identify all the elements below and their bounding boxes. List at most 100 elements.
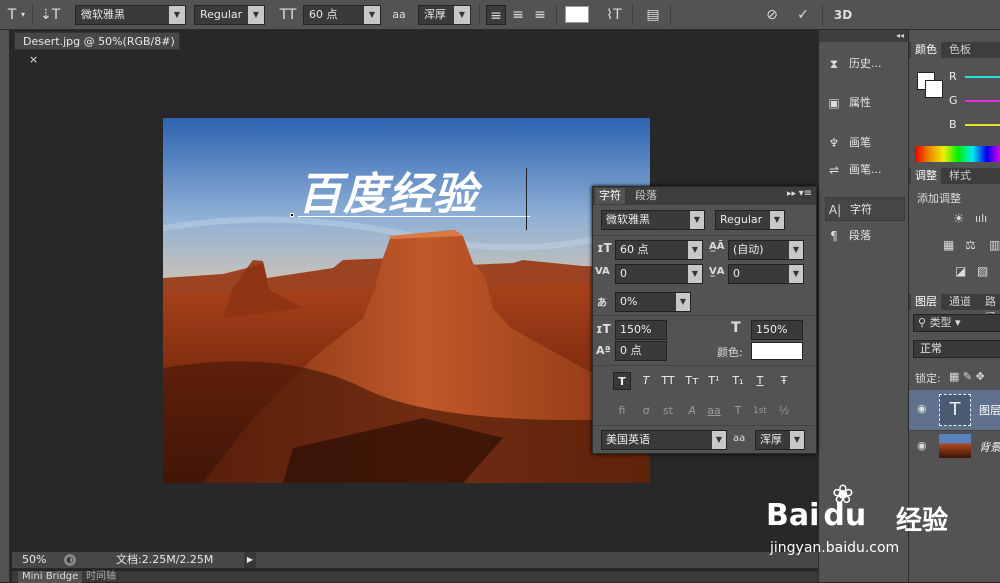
tab-color[interactable]: 颜色 bbox=[911, 42, 941, 58]
align-center-icon[interactable]: ≡ bbox=[508, 5, 528, 25]
status-icon[interactable]: ◐ bbox=[64, 554, 76, 566]
panels-toggle-icon[interactable]: ▤ bbox=[643, 5, 663, 25]
brightness-icon[interactable]: ☀ bbox=[953, 212, 965, 227]
dock-brush[interactable]: ♆ 画笔 bbox=[825, 131, 905, 155]
mixer-icon[interactable]: ▥ bbox=[989, 238, 1000, 252]
gradient-map-icon[interactable]: ▨ bbox=[977, 264, 988, 278]
kerning-icon: VA bbox=[595, 266, 610, 277]
3d-button[interactable]: 3D bbox=[830, 5, 856, 25]
dock-character[interactable]: A| 字符 bbox=[825, 197, 905, 221]
eye-icon[interactable]: ◉ bbox=[917, 402, 927, 415]
tab-character[interactable]: 字符 bbox=[595, 188, 625, 204]
color-spectrum[interactable] bbox=[915, 146, 1000, 162]
channel-r-slider[interactable] bbox=[965, 76, 1000, 78]
balance-icon[interactable]: ⚖ bbox=[965, 238, 976, 252]
color-balance-icon[interactable]: ▦ bbox=[943, 238, 954, 252]
brush-icon: ♆ bbox=[828, 136, 840, 150]
char-color-swatch[interactable] bbox=[751, 342, 803, 360]
divider bbox=[32, 5, 33, 25]
align-left-icon[interactable]: ≡ bbox=[486, 5, 506, 25]
faux-bold-button[interactable]: T bbox=[613, 372, 631, 390]
add-adjustment-title: 添加调整 bbox=[917, 192, 961, 205]
ligature-button[interactable]: fi bbox=[613, 402, 631, 420]
antialias-select[interactable]: 浑厚 ▼ bbox=[418, 5, 471, 25]
char-antialias[interactable]: 浑厚 ▼ bbox=[755, 430, 805, 450]
char-font-style[interactable]: Regular ▼ bbox=[715, 210, 785, 230]
swash-button[interactable]: A bbox=[683, 402, 701, 420]
font-family-select[interactable]: 微软雅黑 ▼ bbox=[75, 5, 186, 25]
blend-mode-select[interactable]: 正常 bbox=[913, 340, 1000, 358]
strikethrough-button[interactable]: Ŧ bbox=[775, 372, 793, 390]
invert-icon[interactable]: ◪ bbox=[955, 264, 966, 278]
collapse-panel-icon[interactable]: ▸▸ bbox=[787, 189, 796, 199]
char-tracking[interactable]: 0 ▼ bbox=[728, 264, 804, 284]
chevron-down-icon: ▼ bbox=[688, 241, 702, 259]
discretionary-ligature-button[interactable]: st bbox=[659, 402, 677, 420]
fractions-button[interactable]: ½ bbox=[775, 402, 793, 420]
properties-icon: ▣ bbox=[828, 96, 840, 110]
alt-ligature-button[interactable]: ơ bbox=[637, 402, 655, 420]
collapse-icon[interactable]: ◂◂ bbox=[819, 30, 908, 42]
dock-paragraph[interactable]: ¶ 段落 bbox=[825, 224, 905, 248]
panel-menu-icon[interactable]: ▾≡ bbox=[799, 188, 812, 199]
titling-alternates-button[interactable]: T bbox=[729, 402, 747, 420]
warp-text-icon[interactable]: ⌇T bbox=[604, 5, 624, 25]
small-caps-button[interactable]: Tт bbox=[683, 372, 701, 390]
align-right-icon[interactable]: ≡ bbox=[530, 5, 550, 25]
layer-row-text[interactable]: ◉ T 图层 bbox=[909, 390, 1000, 430]
ordinals-button[interactable]: 1st bbox=[751, 402, 769, 420]
close-icon[interactable]: × bbox=[29, 53, 38, 66]
text-baseline bbox=[298, 216, 530, 217]
faux-italic-button[interactable]: T bbox=[637, 372, 655, 390]
tab-layers[interactable]: 图层 bbox=[911, 294, 941, 310]
char-tsume[interactable]: 0% ▼ bbox=[615, 292, 691, 312]
char-horizontal-scale[interactable]: 150% bbox=[751, 320, 803, 340]
font-size-select[interactable]: 60 点 ▼ bbox=[303, 5, 381, 25]
zoom-level[interactable]: 50% bbox=[22, 552, 46, 568]
dock-history[interactable]: ⧗ 历史... bbox=[825, 52, 905, 76]
tab-swatches[interactable]: 色板 bbox=[945, 42, 975, 58]
tab-timeline[interactable]: 时间轴 bbox=[86, 571, 116, 583]
tab-paragraph[interactable]: 段落 bbox=[631, 188, 661, 204]
text-color-swatch[interactable] bbox=[565, 6, 589, 23]
layer-row-background[interactable]: ◉ 背景 bbox=[909, 430, 1000, 460]
bottom-panel-tabs: Mini Bridge 时间轴 bbox=[12, 570, 818, 583]
canvas-text-layer[interactable]: 百度经验 bbox=[298, 158, 478, 222]
channel-g-slider[interactable] bbox=[965, 100, 1000, 102]
tab-adjustments[interactable]: 调整 bbox=[911, 168, 941, 184]
levels-icon[interactable]: ıılı bbox=[975, 212, 987, 225]
layer-kind-filter[interactable]: ⚲ 类型 ▾ bbox=[913, 314, 1000, 332]
commit-icon[interactable]: ✓ bbox=[793, 5, 813, 25]
channel-b-slider[interactable] bbox=[965, 124, 1000, 126]
char-vertical-scale[interactable]: 150% bbox=[615, 320, 667, 340]
dock-properties[interactable]: ▣ 属性 bbox=[825, 91, 905, 115]
char-kerning[interactable]: 0 ▼ bbox=[615, 264, 703, 284]
chevron-down-icon: ▼ bbox=[688, 265, 702, 283]
lock-icons[interactable]: ▦ ✎ ✥ bbox=[949, 370, 985, 383]
eye-icon[interactable]: ◉ bbox=[917, 439, 927, 452]
char-leading[interactable]: (自动) ▼ bbox=[728, 240, 804, 260]
char-font-family[interactable]: 微软雅黑 ▼ bbox=[601, 210, 705, 230]
status-menu-arrow-icon[interactable]: ▶ bbox=[244, 552, 256, 568]
orientation-toggle-icon[interactable]: ⇣T bbox=[40, 5, 60, 25]
font-style-select[interactable]: Regular ▼ bbox=[194, 5, 265, 25]
cancel-icon[interactable]: ⊘ bbox=[762, 5, 782, 25]
background-color[interactable] bbox=[925, 80, 943, 98]
superscript-button[interactable]: T¹ bbox=[705, 372, 723, 390]
tab-paths[interactable]: 路径 bbox=[981, 294, 1000, 324]
divider bbox=[593, 315, 816, 316]
stylistic-alternates-button[interactable]: aa bbox=[705, 402, 723, 420]
document-tab[interactable]: Desert.jpg @ 50%(RGB/8#) × bbox=[14, 32, 180, 66]
tab-styles[interactable]: 样式 bbox=[945, 168, 975, 184]
tool-preset-dropdown[interactable]: ▾ bbox=[18, 5, 28, 25]
all-caps-button[interactable]: TT bbox=[659, 372, 677, 390]
tab-mini-bridge[interactable]: Mini Bridge bbox=[18, 571, 83, 583]
subscript-button[interactable]: T₁ bbox=[729, 372, 747, 390]
tab-channels[interactable]: 通道 bbox=[945, 294, 975, 310]
underline-button[interactable]: T bbox=[751, 372, 769, 390]
chevron-down-icon: ▼ bbox=[690, 211, 704, 229]
char-baseline-shift[interactable]: 0 点 bbox=[615, 341, 667, 361]
dock-brush-presets[interactable]: ⇌ 画笔... bbox=[825, 158, 905, 182]
language-select[interactable]: 美国英语 ▼ bbox=[601, 430, 727, 450]
char-size[interactable]: 60 点 ▼ bbox=[615, 240, 703, 260]
